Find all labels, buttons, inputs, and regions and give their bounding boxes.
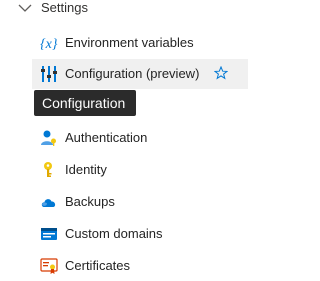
chevron-down-icon	[18, 4, 32, 12]
sidebar-item-identity[interactable]: Identity	[32, 155, 248, 185]
sidebar-item-backups[interactable]: Backups	[32, 187, 248, 217]
settings-group-label: Settings	[41, 0, 88, 15]
sidebar-item-label: Configuration (preview)	[65, 66, 200, 81]
sidebar-item-label: Environment variables	[65, 35, 194, 50]
sidebar-item-label: Authentication	[65, 130, 148, 145]
tooltip-text: Configuration	[42, 95, 126, 111]
env-variables-icon: {x}	[40, 37, 58, 52]
sidebar-item-label: Backups	[65, 194, 115, 209]
configuration-sliders-icon	[41, 66, 57, 82]
configuration-tooltip: Configuration	[34, 90, 136, 116]
sidebar-item-custom-domains[interactable]: Custom domains	[32, 219, 248, 249]
settings-group-header[interactable]: Settings	[0, 0, 256, 18]
favorite-star-icon[interactable]	[214, 66, 228, 80]
certificates-icon	[40, 258, 58, 274]
sidebar-item-environment-variables[interactable]: {x} Environment variables	[32, 28, 248, 58]
authentication-icon	[41, 130, 56, 146]
backups-cloud-icon	[41, 199, 56, 207]
sidebar-item-authentication[interactable]: Authentication	[32, 123, 248, 153]
sidebar-item-label: Certificates	[65, 258, 131, 273]
svg-text:{x}: {x}	[40, 37, 58, 52]
identity-key-icon	[44, 162, 52, 177]
sidebar-item-label: Identity	[65, 162, 107, 177]
sidebar-item-certificates[interactable]: Certificates	[32, 251, 248, 281]
sidebar-item-label: Custom domains	[65, 226, 163, 241]
custom-domains-icon	[41, 228, 57, 240]
